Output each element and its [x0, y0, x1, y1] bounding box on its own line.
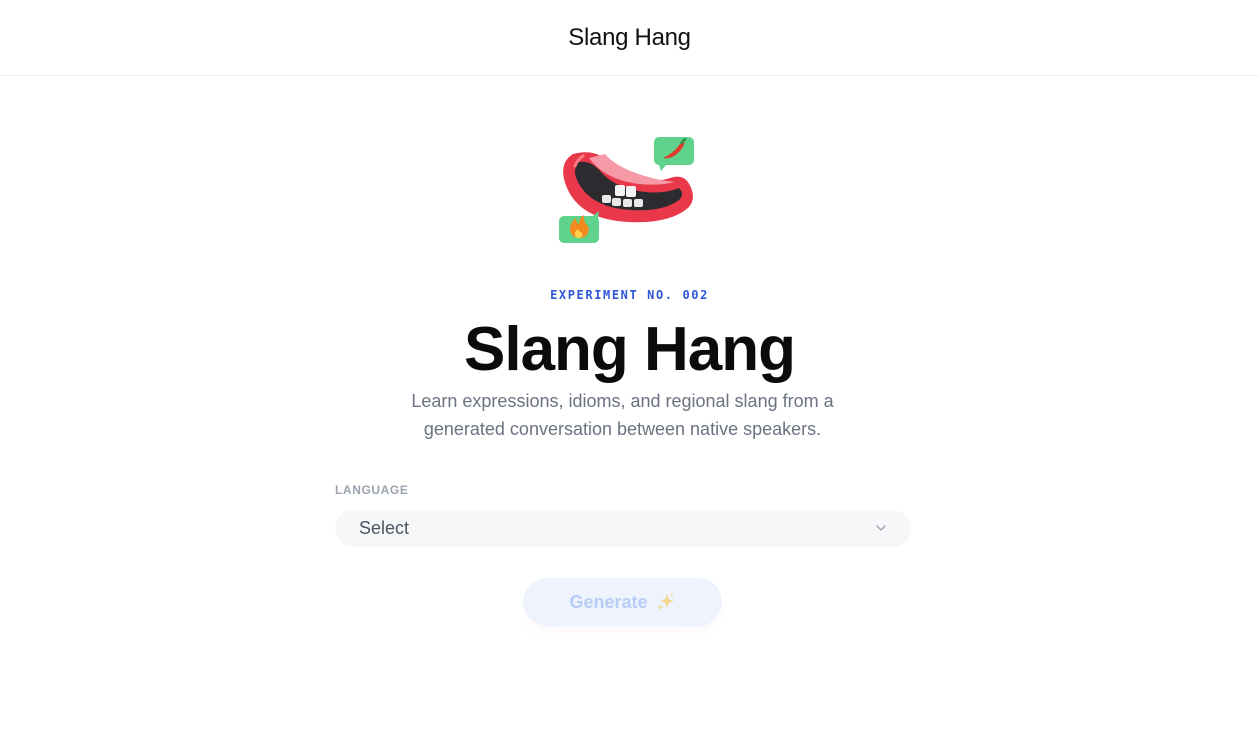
top-bar: Slang Hang: [0, 0, 1259, 76]
language-select[interactable]: Select: [335, 510, 911, 547]
page-subtitle: Learn expressions, idioms, and regional …: [411, 391, 834, 439]
language-select-value: Select: [359, 518, 410, 538]
page-title: Slang Hang: [463, 315, 796, 384]
app-title: Slang Hang: [568, 23, 691, 51]
generate-button[interactable]: Generate: [523, 578, 722, 626]
fire-bubble-icon: [559, 211, 599, 243]
mouth-illustration-icon: [555, 134, 700, 246]
chili-bubble-icon: [654, 137, 694, 171]
experiment-label: EXPERIMENT NO. 002: [550, 288, 709, 302]
sparkles-icon: [657, 593, 674, 611]
language-label: LANGUAGE: [335, 483, 409, 497]
generate-button-label: Generate: [569, 591, 648, 612]
chevron-down-icon: [876, 525, 886, 531]
